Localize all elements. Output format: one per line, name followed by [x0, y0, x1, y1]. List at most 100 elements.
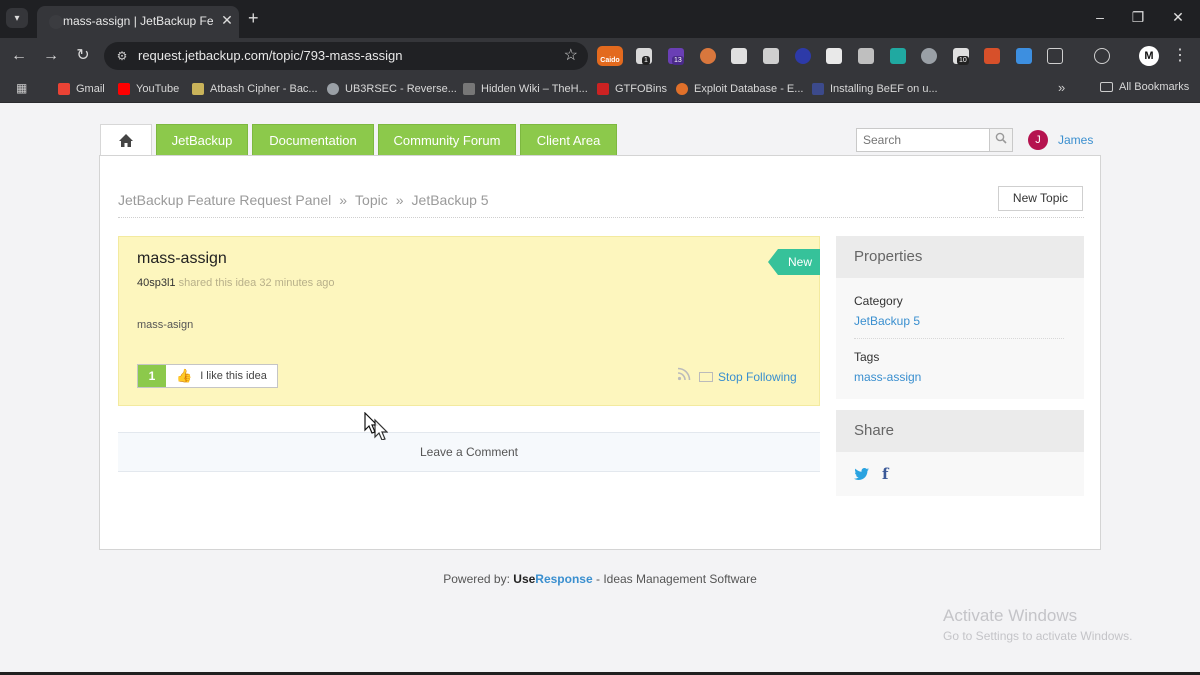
- apps-grid-icon[interactable]: ▦: [16, 81, 30, 95]
- facebook-icon[interactable]: f: [882, 465, 888, 483]
- bookmark-atbash[interactable]: Atbash Cipher - Bac...: [192, 81, 318, 97]
- browser-labs-icon[interactable]: [1094, 48, 1110, 64]
- beef-icon: [812, 83, 824, 95]
- restore-icon[interactable]: ❐: [1128, 7, 1148, 27]
- extension-icon[interactable]: [731, 48, 747, 64]
- extension-icon[interactable]: [858, 48, 874, 64]
- user-name-link[interactable]: James: [1058, 133, 1093, 147]
- home-tab[interactable]: [100, 124, 152, 156]
- like-idea-button[interactable]: 👍 I like this idea: [166, 365, 277, 387]
- like-label: I like this idea: [200, 370, 267, 382]
- search-button[interactable]: [990, 128, 1013, 152]
- extension-icon[interactable]: [1016, 48, 1032, 64]
- main-panel: JetBackup Feature Request Panel » Topic …: [99, 155, 1101, 550]
- extension-icon[interactable]: [700, 48, 716, 64]
- bookmark-youtube[interactable]: YouTube: [118, 81, 179, 97]
- tag-link[interactable]: mass-assign: [854, 370, 921, 384]
- youtube-icon: [118, 83, 130, 95]
- leave-comment-button[interactable]: Leave a Comment: [118, 432, 820, 472]
- breadcrumb-item-panel[interactable]: JetBackup Feature Request Panel: [118, 192, 331, 208]
- bookmark-exploit-db[interactable]: Exploit Database - E...: [676, 81, 803, 97]
- exploit-db-icon: [676, 83, 688, 95]
- profile-avatar[interactable]: M: [1139, 46, 1159, 66]
- breadcrumb-item-jetbackup5[interactable]: JetBackup 5: [412, 192, 489, 208]
- back-arrow-icon[interactable]: ←: [8, 45, 30, 67]
- useresponse-brand-use[interactable]: Use: [513, 572, 535, 586]
- nav-tab-jetbackup[interactable]: JetBackup: [156, 124, 248, 156]
- stop-following-label: Stop Following: [718, 370, 797, 384]
- bookmark-ub3rsec[interactable]: UB3RSEC - Reverse...: [327, 81, 457, 97]
- extension-icon[interactable]: [795, 48, 811, 64]
- bookmark-beef[interactable]: Installing BeEF on u...: [812, 81, 938, 97]
- all-bookmarks-label: All Bookmarks: [1119, 81, 1190, 93]
- forward-arrow-icon[interactable]: →: [40, 45, 62, 67]
- idea-card: mass-assign 40sp3l1 shared this idea 32 …: [118, 236, 820, 406]
- bookmark-label: Installing BeEF on u...: [830, 83, 938, 95]
- extension-icon[interactable]: [826, 48, 842, 64]
- vote-button[interactable]: 1 👍 I like this idea: [137, 364, 278, 388]
- bookmark-gtfobins[interactable]: GTFOBins: [597, 81, 667, 97]
- reload-icon[interactable]: ↻: [72, 45, 94, 67]
- bookmark-label: Hidden Wiki – TheH...: [481, 83, 588, 95]
- home-icon: [119, 134, 133, 147]
- extension-icon[interactable]: [890, 48, 906, 64]
- gmail-icon: [58, 83, 70, 95]
- extension-icon[interactable]: [984, 48, 1000, 64]
- extension-badge: 1: [642, 56, 650, 65]
- nav-tab-community-forum[interactable]: Community Forum: [378, 124, 516, 156]
- breadcrumb-item-topic[interactable]: Topic: [355, 192, 388, 208]
- twitter-icon[interactable]: [854, 467, 869, 483]
- bookmark-label: YouTube: [136, 83, 180, 95]
- browser-toolbar: ← → ↻ ⚙ request.jetbackup.com/topic/793-…: [0, 38, 1200, 74]
- breadcrumb-separator: »: [339, 192, 348, 208]
- search-input[interactable]: [856, 128, 990, 152]
- gtfobins-icon: [597, 83, 609, 95]
- bookmark-star-icon[interactable]: ☆: [564, 46, 578, 66]
- properties-box: Properties Category JetBackup 5 Tags mas…: [836, 236, 1084, 399]
- extension-icon[interactable]: 13: [668, 48, 684, 65]
- nav-tab-documentation[interactable]: Documentation: [252, 124, 374, 156]
- stop-following-link[interactable]: Stop Following: [699, 370, 797, 384]
- user-avatar[interactable]: J: [1028, 130, 1048, 150]
- properties-heading: Properties: [836, 236, 1084, 278]
- extensions-puzzle-icon[interactable]: [1047, 48, 1063, 64]
- thumbs-up-icon: 👍: [176, 368, 193, 383]
- minimize-icon[interactable]: –: [1090, 7, 1110, 27]
- bookmark-gmail[interactable]: Gmail: [58, 81, 105, 97]
- nav-tab-client-area[interactable]: Client Area: [520, 124, 617, 156]
- bookmark-label: Atbash Cipher - Bac...: [210, 83, 318, 95]
- address-bar[interactable]: ⚙ request.jetbackup.com/topic/793-mass-a…: [104, 42, 588, 70]
- tab-favicon-icon: [49, 15, 63, 29]
- breadcrumb: JetBackup Feature Request Panel » Topic …: [118, 192, 489, 208]
- tab-search-chevron-icon[interactable]: ▾: [6, 8, 28, 28]
- browser-tab-active[interactable]: mass-assign | JetBackup Featu ✕: [37, 6, 239, 38]
- qr-extension-icon[interactable]: [763, 48, 779, 64]
- all-bookmarks[interactable]: All Bookmarks: [1100, 81, 1189, 93]
- tab-title: mass-assign | JetBackup Featu: [63, 14, 213, 28]
- caido-extension-icon[interactable]: Caido: [597, 46, 623, 66]
- new-tab-plus-icon[interactable]: +: [248, 8, 259, 28]
- address-url[interactable]: request.jetbackup.com/topic/793-mass-ass…: [138, 48, 402, 63]
- activate-windows-watermark: Activate Windows Go to Settings to activ…: [943, 606, 1132, 643]
- browser-menu-icon[interactable]: ⋮: [1172, 46, 1188, 66]
- idea-meta-text: shared this idea 32 minutes ago: [178, 277, 335, 289]
- idea-author-link[interactable]: 40sp3l1: [137, 277, 176, 289]
- new-topic-button[interactable]: New Topic: [998, 186, 1083, 211]
- envelope-icon: [699, 372, 713, 382]
- extension-icon[interactable]: 1: [636, 48, 652, 65]
- globe-extension-icon[interactable]: [921, 48, 937, 64]
- idea-title: mass-assign: [137, 250, 227, 267]
- extension-icon[interactable]: 10: [953, 48, 969, 65]
- bookmark-hidden-wiki[interactable]: Hidden Wiki – TheH...: [463, 81, 588, 97]
- site-info-icon[interactable]: ⚙: [114, 48, 130, 64]
- ub3rsec-icon: [327, 83, 339, 95]
- category-link[interactable]: JetBackup 5: [854, 314, 920, 328]
- footer-prefix: Powered by:: [443, 572, 514, 586]
- atbash-icon: [192, 83, 204, 95]
- more-bookmarks-chevron-icon[interactable]: »: [1058, 80, 1065, 95]
- window-close-icon[interactable]: ✕: [1168, 7, 1188, 27]
- rss-icon[interactable]: [677, 367, 691, 384]
- tab-close-icon[interactable]: ✕: [219, 12, 235, 28]
- useresponse-brand-response[interactable]: Response: [535, 572, 592, 586]
- magnifier-icon: [995, 132, 1007, 144]
